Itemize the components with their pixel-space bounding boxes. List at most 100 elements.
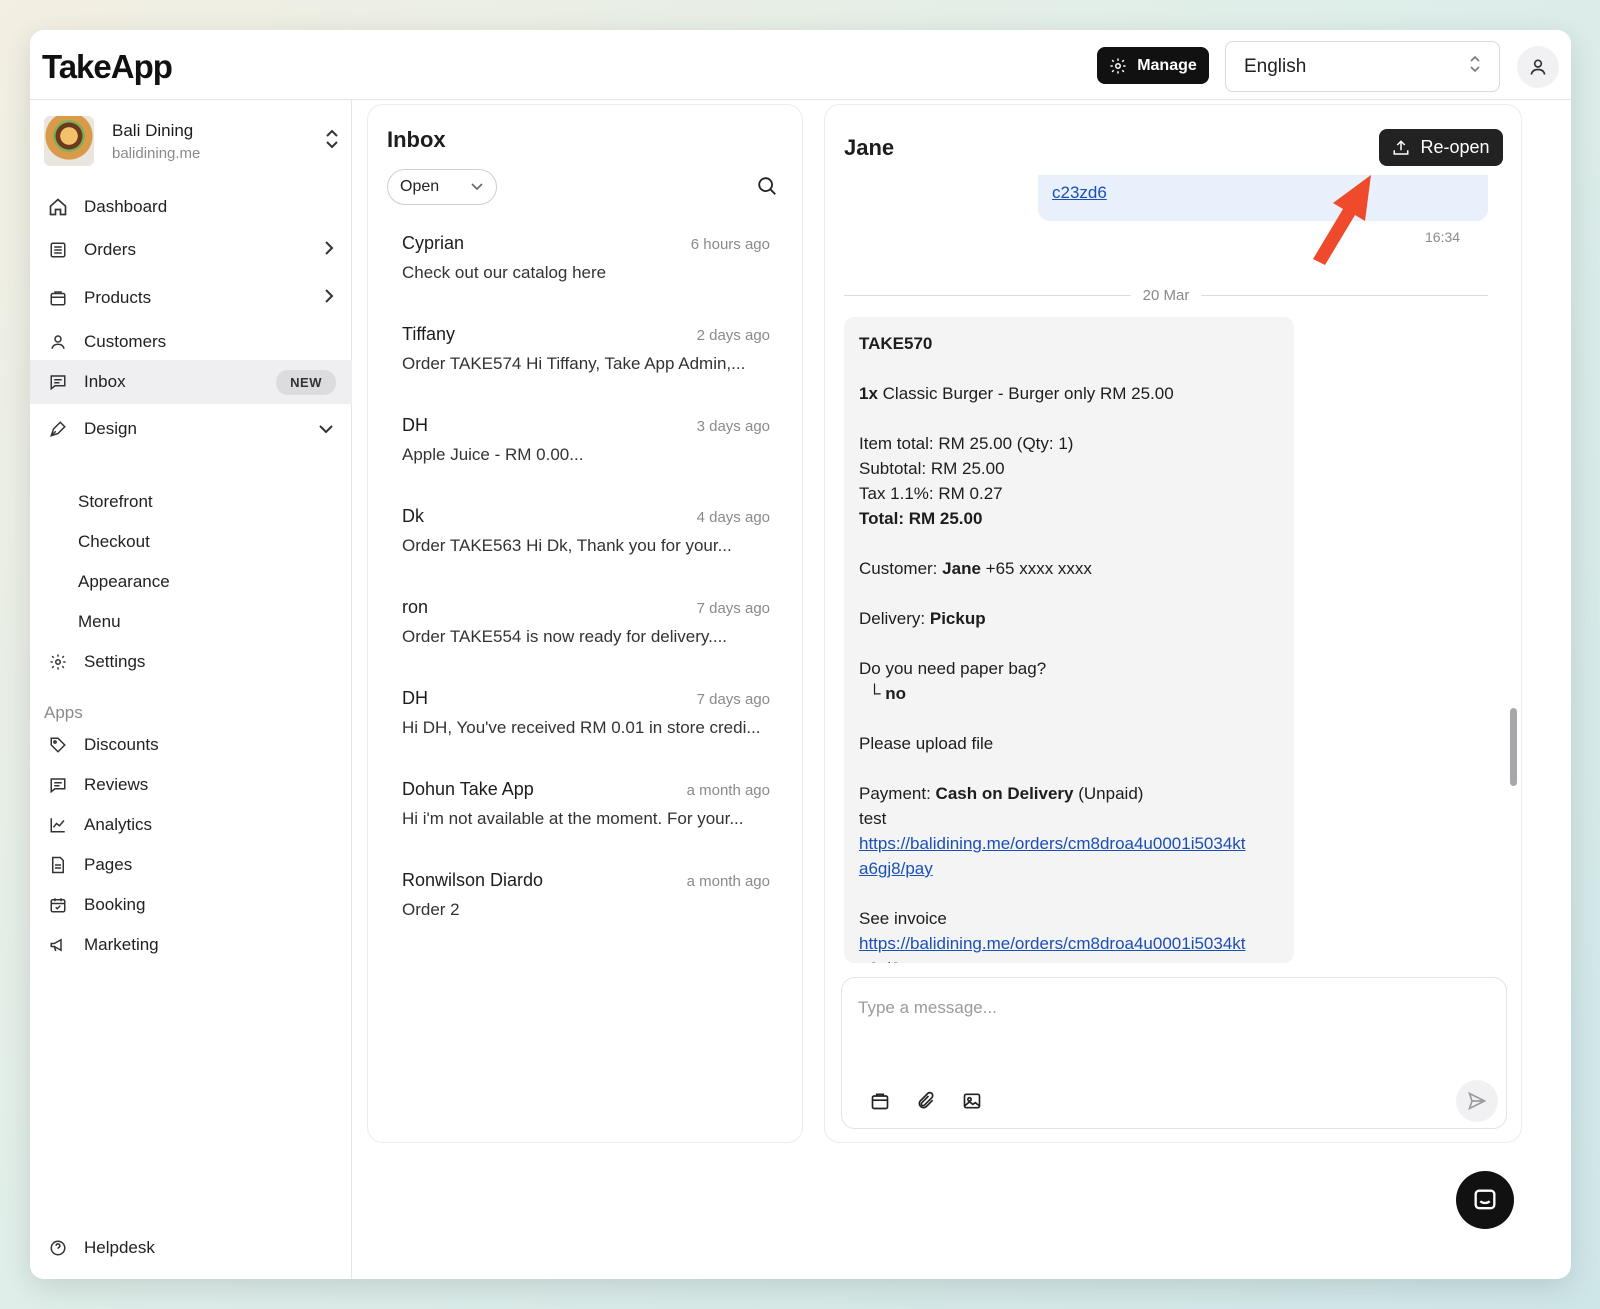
new-badge: NEW [276,369,336,395]
image-icon [963,1093,981,1109]
image-button[interactable] [962,1091,984,1113]
order-code: TAKE570 [859,334,933,353]
user-icon [48,332,68,352]
app-logo[interactable]: TakeApp [42,48,173,86]
sidebar-item-pages[interactable]: Pages [30,843,352,887]
upload-request: Please upload file [859,734,994,753]
message-input-placeholder: Type a message... [858,998,997,1017]
sidebar-item-booking[interactable]: Booking [30,883,352,927]
sidebar-item-label: Inbox [84,372,126,391]
sidebar-item-label: Marketing [84,935,159,954]
chat-bubble-icon [1474,1189,1496,1210]
store-name: Bali Dining [112,120,194,140]
sidebar-item-products[interactable]: Products [30,276,352,320]
store-switcher[interactable]: Bali Dining balidining.me [44,115,339,167]
search-button[interactable] [756,175,780,199]
conversation-time: 6 hours ago [690,236,770,253]
pay-link-cont[interactable]: a6gj8/pay [859,859,933,878]
sidebar-item-inbox[interactable]: Inbox NEW [30,360,352,404]
payment-method: Cash on Delivery [935,784,1074,803]
sidebar-item-orders[interactable]: Orders [30,228,352,272]
tax: Tax 1.1%: RM 0.27 [859,484,1003,503]
sidebar-item-discounts[interactable]: Discounts [30,723,352,767]
megaphone-icon [48,935,68,955]
store-url: balidining.me [112,144,201,162]
sidebar-item-label: Helpdesk [84,1238,155,1257]
message-link[interactable]: c23zd6 [1052,183,1107,202]
sidebar-item-label: Pages [84,855,133,874]
chevron-down-icon [318,419,334,439]
sidebar-item-marketing[interactable]: Marketing [30,923,352,967]
sidebar-item-label: Customers [84,332,167,351]
order-total: Total: RM 25.00 [859,509,983,528]
sidebar-item-reviews[interactable]: Reviews [30,763,352,807]
conversation-preview: Order TAKE563 Hi Dk, Thank you for your.… [402,536,732,555]
chevron-right-icon [324,240,334,261]
conversation-preview: Check out our catalog here [402,263,607,282]
catalog-button[interactable] [870,1091,892,1113]
invoice-label: See invoice [859,909,947,928]
sidebar-item-customers[interactable]: Customers [30,320,352,364]
conversation-item[interactable]: Dohun Take App a month ago Hi i'm not ava… [387,765,785,845]
item-qty: 1x [859,384,878,403]
subtotal: Subtotal: RM 25.00 [859,459,1005,478]
answer: no [885,684,907,703]
conversation-name: Tiffany [402,324,456,344]
chat-contact-name: Jane [844,135,895,160]
sidebar-subitem-checkout[interactable]: Checkout [78,532,150,552]
attach-button[interactable] [916,1091,938,1113]
chat-panel: Jane Re-open c23zd6 16:34 20 Mar TAKE570… [824,104,1522,1143]
chat-icon [48,372,68,392]
conversation-preview: Order 2 [402,900,460,919]
conversation-preview: Hi i'm not available at the moment. For … [402,809,744,828]
message-composer[interactable]: Type a message... [841,977,1507,1129]
updown-chevron-icon [325,129,339,154]
pay-link[interactable]: https://balidining.me/orders/cm8droa4u00… [859,834,1246,853]
tag-icon [48,735,68,755]
item-total: Item total: RM 25.00 (Qty: 1) [859,434,1074,453]
inbox-title: Inbox [387,127,446,152]
reopen-button[interactable]: Re-open [1379,129,1503,166]
chevron-right-icon [324,288,334,309]
status-filter-select[interactable]: Open [387,169,497,205]
sidebar-item-settings[interactable]: Settings [30,640,352,684]
sidebar-item-design[interactable]: Design [30,407,352,451]
conversation-name: ron [402,597,429,617]
manage-button[interactable]: Manage [1097,47,1209,84]
user-avatar-button[interactable] [1517,46,1559,88]
customer-phone: +65 xxxx xxxx [985,559,1092,578]
sidebar-subitem-appearance[interactable]: Appearance [78,572,170,592]
conversation-item[interactable]: DH 3 days ago Apple Juice - RM 0.00... [387,401,785,481]
document-icon [48,855,68,875]
scrollbar[interactable] [1510,708,1517,786]
conversation-item[interactable]: Ronwilson Diardo a month ago Order 2 [387,856,785,936]
sidebar-subitem-menu[interactable]: Menu [78,612,121,632]
conversation-item[interactable]: DH 7 days ago Hi DH, You've received RM 0… [387,674,785,754]
conversation-item[interactable]: ron 7 days ago Order TAKE554 is now ready… [387,583,785,663]
review-icon [48,775,68,795]
conversation-preview: Order TAKE554 is now ready for delivery.… [402,627,728,646]
conversation-item[interactable]: Dk 4 days ago Order TAKE563 Hi Dk, Thank … [387,492,785,572]
sidebar-item-label: Booking [84,895,146,914]
language-value: English [1244,55,1307,77]
apps-section-label: Apps [44,703,83,722]
sidebar-item-helpdesk[interactable]: Helpdesk [30,1226,352,1270]
send-button[interactable] [1456,1080,1498,1122]
invoice-link[interactable]: https://balidining.me/orders/cm8droa4u00… [859,934,1246,953]
sidebar-item-dashboard[interactable]: Dashboard [30,185,352,229]
language-select[interactable]: English [1225,41,1500,92]
invoice-link-cont[interactable]: a6gj8 [859,959,901,963]
conversation-item[interactable]: Cyprian 6 hours ago Check out our catalog… [387,219,785,299]
chevron-down-icon [470,178,484,196]
delivery-label: Delivery: [859,609,926,628]
item-line: Classic Burger - Burger only RM 25.00 [882,384,1174,403]
conversation-name: Cyprian [402,233,465,253]
conversation-item[interactable]: Tiffany 2 days ago Order TAKE574 Hi Tiffa… [387,310,785,390]
app-window: TakeApp Manage English Bali Dining balid… [30,30,1571,1279]
sidebar-subitem-storefront[interactable]: Storefront [78,492,153,512]
sidebar-item-analytics[interactable]: Analytics [30,803,352,847]
sidebar-item-label: Products [84,288,152,307]
bag-icon [48,288,68,308]
support-chat-button[interactable] [1456,1171,1514,1229]
conversation-name: Dohun Take App [402,779,534,799]
